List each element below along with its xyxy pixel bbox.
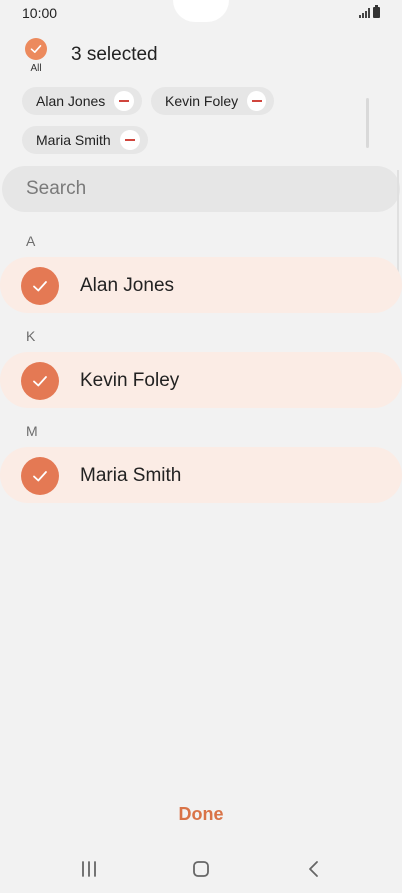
index-letter: K	[26, 328, 36, 344]
status-time: 10:00	[22, 5, 58, 21]
contact-name: Alan Jones	[80, 275, 175, 296]
minus-icon	[251, 100, 262, 102]
minus-icon	[124, 139, 135, 141]
remove-chip-button[interactable]	[247, 91, 266, 111]
back-icon[interactable]	[284, 847, 344, 891]
index-letter: M	[26, 423, 38, 439]
checkbox-checked-icon[interactable]	[21, 362, 59, 400]
battery-icon	[373, 5, 380, 18]
selected-chip[interactable]: Alan Jones	[22, 87, 142, 115]
chips-scrollbar[interactable]	[366, 98, 369, 148]
minus-icon	[119, 100, 130, 102]
checkbox-checked-icon[interactable]	[21, 267, 59, 305]
remove-chip-button[interactable]	[114, 91, 134, 111]
recent-apps-icon[interactable]	[59, 847, 119, 891]
contact-row[interactable]: Kevin Foley	[0, 352, 402, 408]
selected-chip[interactable]: Kevin Foley	[151, 87, 274, 115]
chip-label: Maria Smith	[36, 132, 111, 148]
checkbox-checked-icon[interactable]	[21, 457, 59, 495]
done-button[interactable]: Done	[150, 798, 252, 830]
select-all-label: All	[30, 63, 42, 74]
signal-icon	[359, 8, 370, 18]
contact-name: Maria Smith	[80, 465, 182, 486]
selection-header: All 3 selected	[0, 30, 402, 80]
system-icons	[359, 5, 380, 18]
selected-count-title: 3 selected	[71, 44, 158, 65]
status-bar: 10:00	[0, 0, 402, 26]
contact-name: Kevin Foley	[80, 370, 180, 391]
navigation-bar	[0, 847, 402, 893]
chip-label: Alan Jones	[36, 93, 106, 109]
camera-notch	[173, 0, 229, 22]
select-all-toggle[interactable]: All	[22, 38, 50, 80]
home-icon[interactable]	[171, 847, 231, 891]
index-letter: A	[26, 233, 36, 249]
search-input[interactable]	[2, 166, 400, 212]
contact-row[interactable]: Maria Smith	[0, 447, 402, 503]
chip-label: Kevin Foley	[165, 93, 239, 109]
check-icon	[25, 38, 47, 60]
remove-chip-button[interactable]	[119, 130, 140, 150]
selected-chip[interactable]: Maria Smith	[22, 126, 148, 154]
contact-row[interactable]: Alan Jones	[0, 257, 402, 313]
